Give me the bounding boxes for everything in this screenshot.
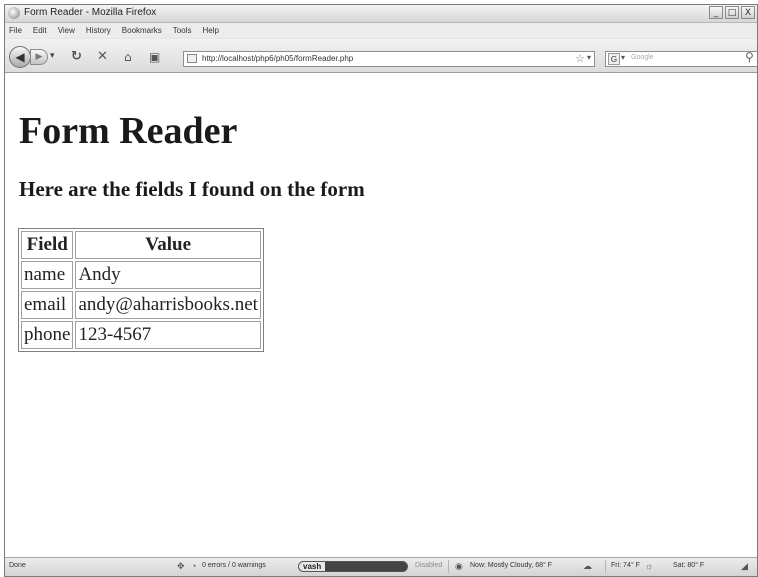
history-dropdown-button[interactable]: ▾ (50, 51, 55, 61)
page-title: Form Reader (19, 110, 238, 152)
url-text[interactable]: http://localhost/php6/ph05/formReader.ph… (202, 54, 353, 63)
resize-grip-icon[interactable]: ◢ (741, 561, 748, 572)
table-row: phone 123-4567 (21, 321, 261, 349)
field-cell: phone (21, 321, 74, 349)
page-icon (187, 54, 197, 63)
stop-icon[interactable]: ✕ (97, 50, 108, 64)
back-icon: ◀ (15, 50, 25, 64)
navigation-toolbar: ◀ ▶ ▾ ↻ ✕ ⌂ ▣ http://localhost/php6/ph05… (5, 39, 757, 73)
home-icon[interactable]: ⌂ (124, 50, 132, 64)
window-title: Form Reader - Mozilla Firefox (24, 7, 157, 18)
weather-icon[interactable]: ◉ (455, 561, 463, 572)
search-engine-icon[interactable]: G (608, 53, 620, 65)
menu-help[interactable]: Help (202, 26, 218, 35)
addon-icon[interactable]: ✥ (177, 561, 185, 572)
menu-file[interactable]: File (9, 26, 22, 35)
status-separator (448, 560, 449, 573)
menu-history[interactable]: History (86, 26, 111, 35)
address-bar[interactable]: http://localhost/php6/ph05/formReader.ph… (183, 51, 595, 67)
menu-view[interactable]: View (58, 26, 75, 35)
title-bar: Form Reader - Mozilla Firefox _ □ X (5, 5, 757, 23)
validator-icon[interactable]: ◔ (191, 561, 196, 571)
screenshot-icon[interactable]: ▣ (149, 50, 160, 64)
menu-tools[interactable]: Tools (173, 26, 192, 35)
browser-window: Form Reader - Mozilla Firefox _ □ X File… (4, 4, 758, 577)
forecast-saturday[interactable]: Sat: 80° F (673, 562, 704, 569)
search-engine-dropdown[interactable]: ▾ (621, 53, 625, 62)
back-button[interactable]: ◀ (9, 46, 31, 68)
field-cell: email (21, 291, 74, 319)
value-cell: 123-4567 (75, 321, 261, 349)
table-row: name Andy (21, 261, 261, 289)
menu-bar: File Edit View History Bookmarks Tools H… (5, 23, 757, 38)
window-controls: _ □ X (709, 6, 755, 19)
forward-button[interactable]: ▶ (30, 49, 48, 65)
firefox-icon (8, 7, 20, 19)
field-cell: name (21, 261, 74, 289)
table-header-row: Field Value (21, 231, 261, 259)
page-subtitle: Here are the fields I found on the form (19, 177, 365, 201)
forecast-friday[interactable]: Fri: 74° F (611, 562, 640, 569)
weather-now[interactable]: Now: Mostly Cloudy, 68° F (470, 562, 552, 569)
search-input[interactable]: Google (631, 54, 654, 61)
status-separator (605, 560, 606, 573)
column-header-value: Value (75, 231, 261, 259)
bookmark-star-icon[interactable]: ☆ (575, 52, 585, 65)
search-icon[interactable]: ⚲ (745, 50, 754, 64)
reload-icon[interactable]: ↻ (71, 50, 82, 64)
status-text: Done (9, 562, 26, 569)
validator-status[interactable]: 0 errors / 0 warnings (202, 562, 266, 569)
status-bar: Done ✥ ◔ 0 errors / 0 warnings vash Disa… (5, 557, 757, 576)
forward-icon: ▶ (35, 52, 43, 62)
vash-label: vash (303, 562, 322, 571)
value-cell: andy@aharrisbooks.net (75, 291, 261, 319)
menu-bookmarks[interactable]: Bookmarks (122, 26, 162, 35)
disabled-label[interactable]: Disabled (415, 562, 442, 569)
fields-table: Field Value name Andy email andy@aharris… (18, 228, 264, 352)
cloud-icon: ☁ (583, 561, 592, 571)
table-row: email andy@aharrisbooks.net (21, 291, 261, 319)
vash-widget[interactable]: vash (298, 561, 408, 572)
minimize-button[interactable]: _ (709, 6, 723, 19)
url-dropdown-button[interactable]: ▾ (587, 53, 591, 62)
maximize-button[interactable]: □ (725, 6, 739, 19)
close-button[interactable]: X (741, 6, 755, 19)
column-header-field: Field (21, 231, 74, 259)
page-content: Form Reader Here are the fields I found … (5, 73, 757, 558)
value-cell: Andy (75, 261, 261, 289)
search-bar[interactable]: G ▾ Google (605, 51, 757, 67)
sun-cloud-icon: ☼ (645, 561, 654, 571)
menu-edit[interactable]: Edit (33, 26, 47, 35)
